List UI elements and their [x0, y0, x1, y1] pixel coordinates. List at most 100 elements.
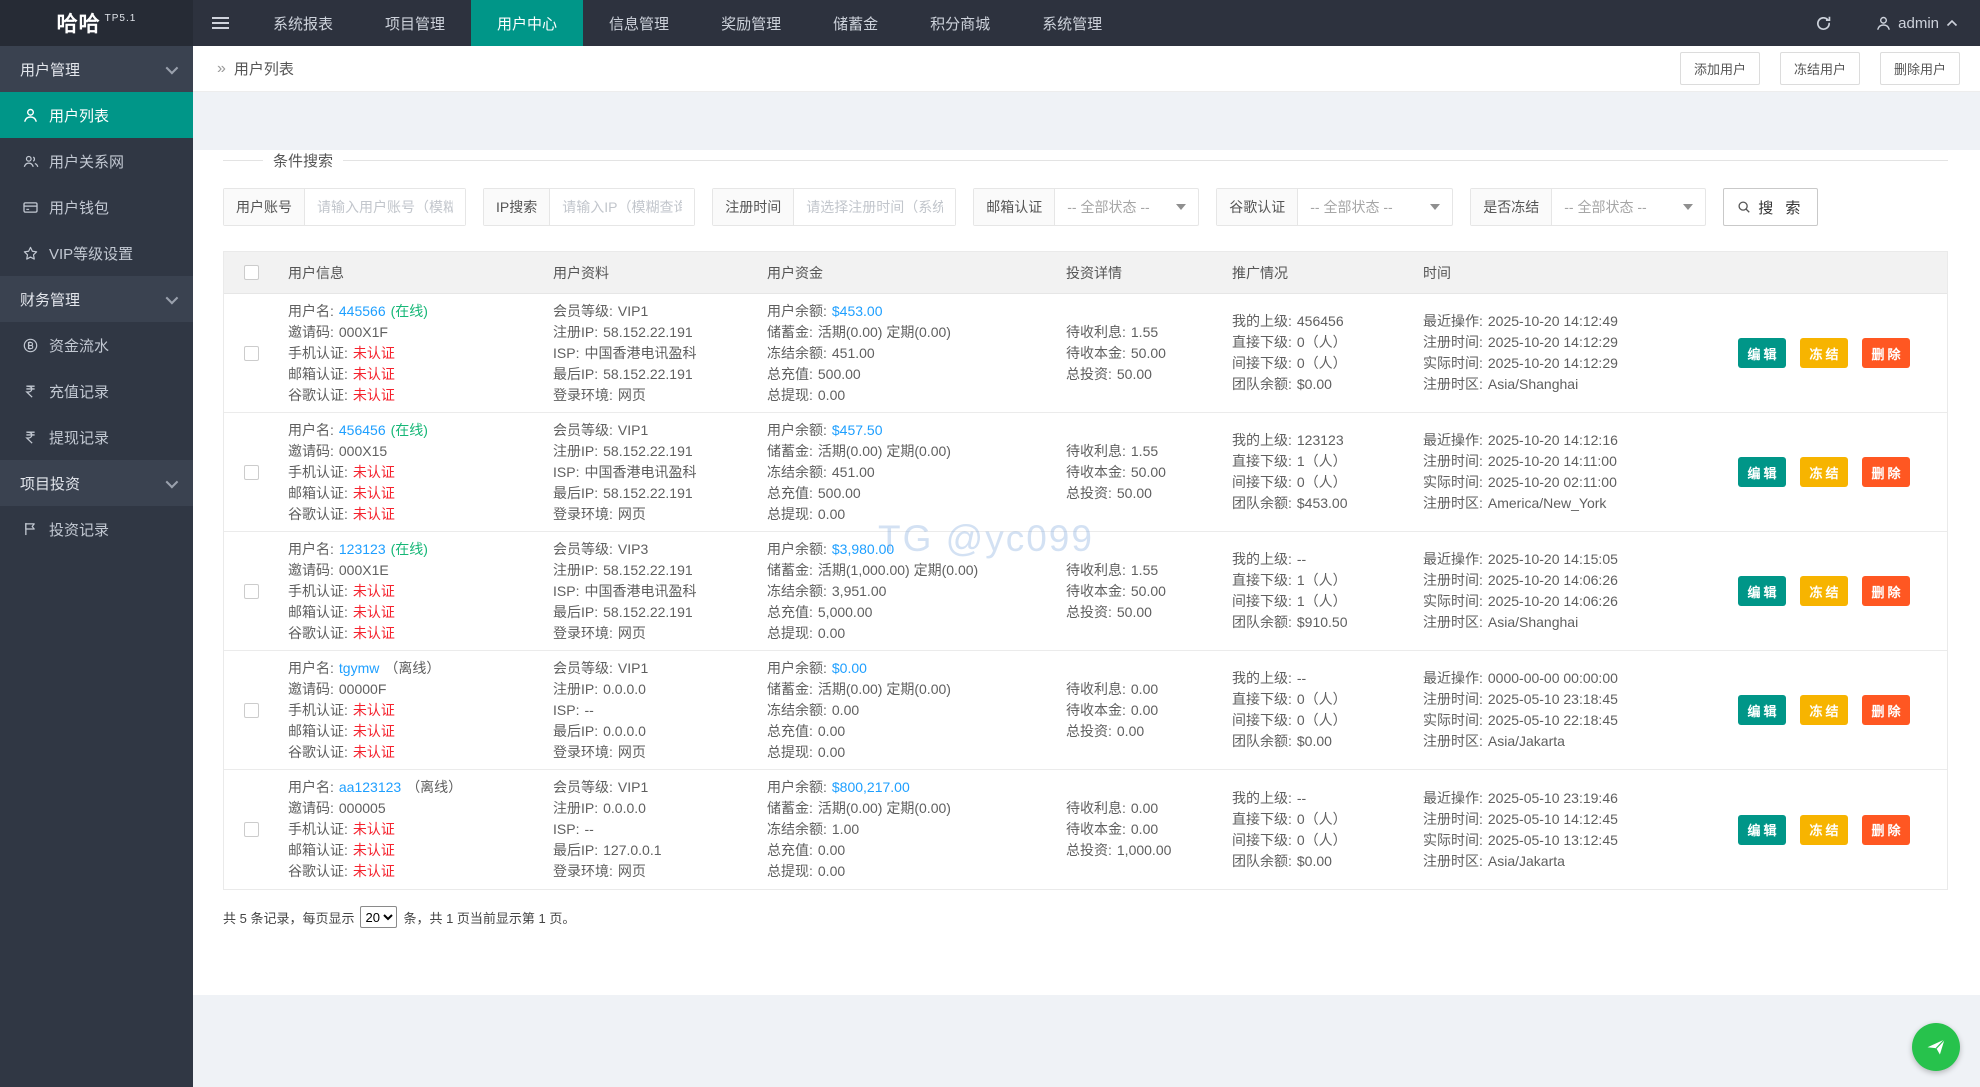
isp: --: [584, 702, 593, 718]
freeze-button[interactable]: 冻结: [1800, 815, 1848, 845]
field-label: 最近操作:: [1423, 670, 1483, 686]
sidebar-item[interactable]: 用户钱包: [0, 184, 193, 230]
indirect-downline: 0（人）: [1297, 355, 1347, 371]
field-label: 最近操作:: [1423, 551, 1483, 567]
field-label: 直接下级:: [1232, 453, 1292, 469]
topbar-nav-item[interactable]: 项目管理: [359, 0, 471, 46]
row-checkbox[interactable]: [244, 584, 259, 599]
field-label: 最近操作:: [1423, 790, 1483, 806]
field-label: 邮箱认证:: [288, 723, 348, 739]
search-select[interactable]: -- 全部状态 --: [1298, 189, 1452, 225]
search-select[interactable]: -- 全部状态 --: [1055, 189, 1198, 225]
edit-button[interactable]: 编辑: [1738, 576, 1786, 606]
register-timezone: America/New_York: [1488, 495, 1607, 511]
freeze-button[interactable]: 冻结: [1800, 576, 1848, 606]
topbar-nav-item[interactable]: 信息管理: [583, 0, 695, 46]
field-label: 手机认证:: [288, 702, 348, 718]
delete-button[interactable]: 删除: [1862, 576, 1910, 606]
sidebar-item[interactable]: 提现记录: [0, 414, 193, 460]
sidebar-group-header[interactable]: 项目投资: [0, 460, 193, 506]
freeze-user-button[interactable]: 冻结用户: [1780, 52, 1860, 85]
sidebar-item[interactable]: 用户关系网: [0, 138, 193, 184]
user-icon: [1876, 16, 1891, 31]
field-label: 间接下级:: [1232, 474, 1292, 490]
email-auth-status: 未认证: [353, 485, 395, 501]
row-checkbox[interactable]: [244, 346, 259, 361]
freeze-button[interactable]: 冻结: [1800, 338, 1848, 368]
username-link[interactable]: aa123123: [339, 779, 401, 795]
topbar-nav-item[interactable]: 积分商城: [904, 0, 1016, 46]
edit-button[interactable]: 编辑: [1738, 695, 1786, 725]
team-balance: $453.00: [1297, 495, 1348, 511]
edit-button[interactable]: 编辑: [1738, 338, 1786, 368]
delete-button[interactable]: 删除: [1862, 338, 1910, 368]
search-select[interactable]: -- 全部状态 --: [1552, 189, 1705, 225]
last-operation-time: 2025-10-20 14:12:49: [1488, 313, 1618, 329]
search-select-value: -- 全部状态 --: [1310, 197, 1392, 217]
search-button[interactable]: 搜 索: [1723, 188, 1818, 226]
edit-button[interactable]: 编辑: [1738, 815, 1786, 845]
delete-button[interactable]: 删除: [1862, 457, 1910, 487]
sidebar-group-header[interactable]: 财务管理: [0, 276, 193, 322]
topbar-right: admin: [1793, 0, 1980, 46]
search-input[interactable]: [794, 189, 955, 225]
username-link[interactable]: 445566: [339, 303, 386, 319]
user-menu[interactable]: admin: [1854, 0, 1980, 46]
field-label: 注册时区:: [1423, 614, 1483, 630]
sidebar-item[interactable]: 充值记录: [0, 368, 193, 414]
field-label: 待收利息:: [1066, 681, 1126, 697]
field-label: 储蓄金:: [767, 443, 813, 459]
field-label: 注册IP:: [553, 681, 598, 697]
customer-service-float-button[interactable]: [1912, 1023, 1960, 1071]
username-link[interactable]: tgymw: [339, 660, 379, 676]
username-link[interactable]: 123123: [339, 541, 386, 557]
edit-button[interactable]: 编辑: [1738, 457, 1786, 487]
sidebar-group-header[interactable]: 用户管理: [0, 46, 193, 92]
hamburger-menu-icon[interactable]: [193, 0, 247, 46]
table-row: 用户名:445566(在线) 邀请码:000X1F 手机认证:未认证 邮箱认证:…: [224, 294, 1947, 413]
users-icon: [22, 154, 39, 169]
field-label: 手机认证:: [288, 345, 348, 361]
username-link[interactable]: 456456: [339, 422, 386, 438]
search-input[interactable]: [305, 189, 465, 225]
field-label: 直接下级:: [1232, 811, 1292, 827]
sidebar-item-label: 用户钱包: [49, 197, 109, 218]
row-checkbox[interactable]: [244, 703, 259, 718]
sidebar-item[interactable]: 资金流水: [0, 322, 193, 368]
row-checkbox[interactable]: [244, 465, 259, 480]
delete-user-button[interactable]: 删除用户: [1880, 52, 1960, 85]
delete-button[interactable]: 删除: [1862, 695, 1910, 725]
pending-principal: 50.00: [1131, 464, 1166, 480]
topbar-nav-item[interactable]: 奖励管理: [695, 0, 807, 46]
topbar-nav-item[interactable]: 用户中心: [471, 0, 583, 46]
search-field-group: 注册时间: [712, 188, 956, 226]
vip-level: VIP1: [618, 303, 648, 319]
sidebar-item[interactable]: VIP等级设置: [0, 230, 193, 276]
field-label: 冻结余额:: [767, 464, 827, 480]
last-ip: 127.0.0.1: [603, 842, 661, 858]
topbar-nav-item[interactable]: 储蓄金: [807, 0, 904, 46]
sidebar-item[interactable]: 投资记录: [0, 506, 193, 552]
email-auth-status: 未认证: [353, 842, 395, 858]
sidebar-item[interactable]: 用户列表: [0, 92, 193, 138]
search-input[interactable]: [550, 189, 694, 225]
user-balance: $3,980.00: [832, 541, 894, 557]
field-label: 我的上级:: [1232, 551, 1292, 567]
field-label: 登录环境:: [553, 625, 613, 641]
topbar-nav-item[interactable]: 系统管理: [1016, 0, 1128, 46]
paper-plane-icon: [1924, 1035, 1948, 1059]
search-field-label: 是否冻结: [1471, 189, 1552, 225]
delete-button[interactable]: 删除: [1862, 815, 1910, 845]
select-all-checkbox[interactable]: [244, 265, 259, 280]
freeze-button[interactable]: 冻结: [1800, 695, 1848, 725]
table-body: 用户名:445566(在线) 邀请码:000X1F 手机认证:未认证 邮箱认证:…: [224, 294, 1947, 889]
invest-detail-cell: 待收利息:1.55 待收本金:50.00 总投资:50.00: [1066, 532, 1232, 650]
field-label: 团队余额:: [1232, 376, 1292, 392]
breadcrumb: » 用户列表: [217, 58, 294, 79]
freeze-button[interactable]: 冻结: [1800, 457, 1848, 487]
add-user-button[interactable]: 添加用户: [1680, 52, 1760, 85]
refresh-button[interactable]: [1793, 0, 1854, 46]
topbar-nav-item[interactable]: 系统报表: [247, 0, 359, 46]
page-size-select[interactable]: 20: [360, 906, 397, 928]
row-checkbox[interactable]: [244, 822, 259, 837]
